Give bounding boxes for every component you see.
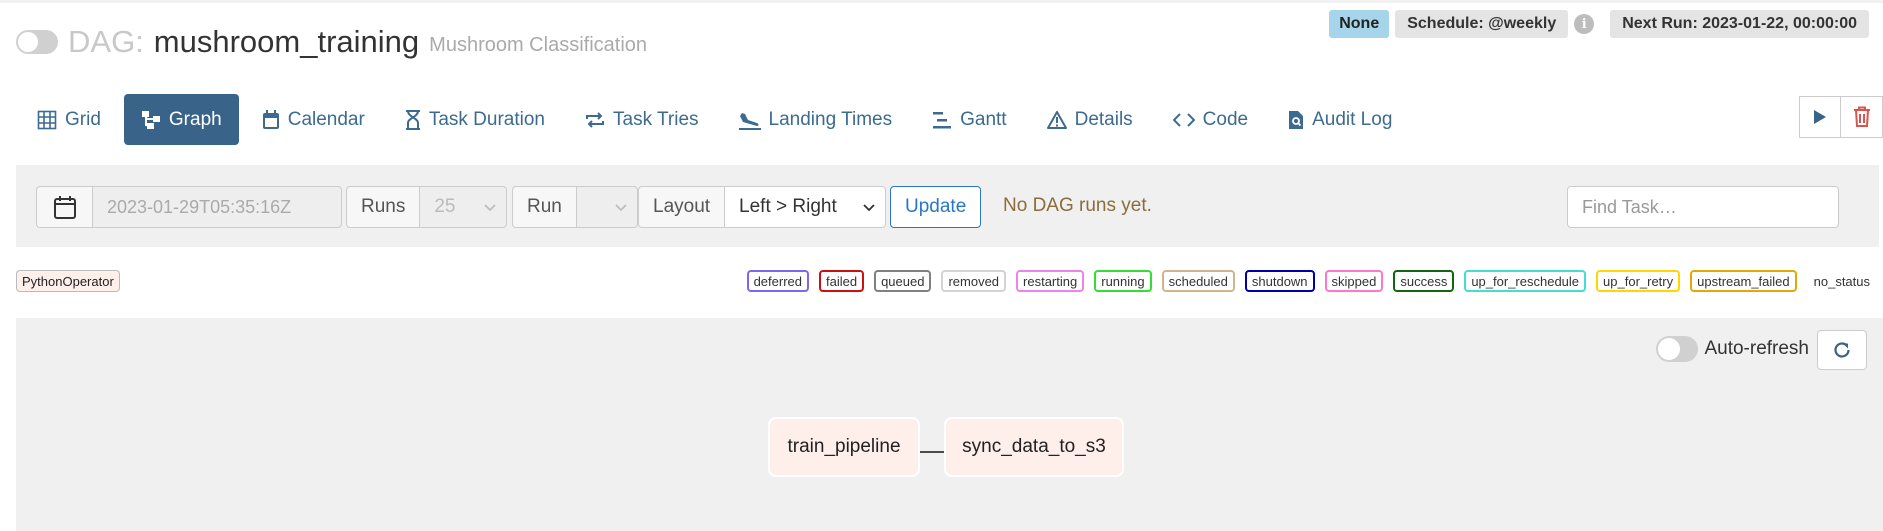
file-search-icon [1289, 110, 1304, 129]
tab-gantt[interactable]: Gantt [915, 94, 1023, 145]
info-icon[interactable]: i [1574, 14, 1595, 34]
schedule-badge: Schedule: @weekly [1395, 10, 1569, 38]
trigger-dag-button[interactable] [1799, 96, 1841, 138]
task-node-sync-data-to-s3[interactable]: sync_data_to_s3 [944, 417, 1124, 477]
runs-select[interactable]: 25 [419, 186, 508, 228]
base-date-input[interactable]: 2023-01-29T05:35:16Z [92, 186, 342, 228]
trash-icon [1853, 106, 1870, 127]
tab-label: Graph [168, 108, 222, 130]
legend-item-scheduled[interactable]: scheduled [1161, 270, 1235, 292]
update-button[interactable]: Update [890, 186, 982, 228]
operator-legend-item: PythonOperator [16, 270, 120, 292]
legend-item-removed[interactable]: removed [941, 270, 1007, 292]
hourglass-icon [405, 109, 420, 130]
task-node-label: train_pipeline [787, 436, 901, 457]
delete-dag-button[interactable] [1841, 96, 1883, 138]
legend-item-up-for-retry[interactable]: up_for_retry [1596, 270, 1681, 292]
tab-details[interactable]: Details [1030, 94, 1150, 145]
code-icon [1172, 112, 1195, 127]
run-label: Run [512, 186, 576, 228]
layout-label: Layout [638, 186, 725, 228]
tab-landing-times[interactable]: Landing Times [722, 94, 910, 145]
tab-graph[interactable]: Graph [123, 94, 239, 145]
legend-item-success[interactable]: success [1393, 270, 1455, 292]
refresh-button[interactable] [1817, 330, 1867, 370]
legend-item-shutdown[interactable]: shutdown [1244, 270, 1315, 292]
layout-select[interactable]: Left > Right [724, 186, 887, 228]
plane-landing-icon [738, 112, 761, 130]
legend-item-deferred[interactable]: deferred [746, 270, 809, 292]
tab-label: Grid [65, 108, 101, 130]
dag-status-badge: None [1329, 10, 1390, 38]
tab-audit-log[interactable]: Audit Log [1271, 94, 1409, 145]
calendar-icon [262, 109, 279, 129]
tab-label: Task Tries [613, 108, 699, 130]
layout-group: Layout Left > Right [638, 186, 887, 228]
tab-label: Landing Times [768, 108, 893, 130]
retry-icon [586, 111, 604, 128]
runs-label: Runs [346, 186, 420, 228]
runs-group: Runs 25 [346, 186, 508, 228]
tab-label: Task Duration [428, 108, 545, 130]
tab-task-duration[interactable]: Task Duration [388, 94, 562, 145]
dag-actions [1799, 96, 1883, 138]
no-runs-message: No DAG runs yet. [1003, 195, 1152, 216]
date-picker-button[interactable] [36, 186, 92, 228]
dag-prefix: DAG: [68, 24, 144, 59]
tab-task-tries[interactable]: Task Tries [568, 94, 716, 145]
dag-header: DAG: mushroom_training Mushroom Classifi… [16, 22, 647, 62]
find-task-input[interactable]: Find Task… [1567, 186, 1839, 228]
top-border [0, 0, 1883, 3]
auto-refresh-label: Auto-refresh [1704, 338, 1809, 359]
chevron-down-icon [863, 204, 875, 212]
task-node-train-pipeline[interactable]: train_pipeline [768, 417, 920, 477]
tab-label: Calendar [287, 108, 365, 130]
gantt-icon [933, 111, 952, 128]
warning-icon [1046, 110, 1067, 129]
legend-item-queued[interactable]: queued [874, 270, 932, 292]
chevron-down-icon [484, 204, 496, 212]
refresh-icon [1834, 342, 1850, 358]
next-run-badge: Next Run: 2023-01-22, 00:00:00 [1610, 10, 1869, 38]
tab-label: Code [1202, 108, 1249, 130]
legend-item-no-status[interactable]: no_status [1806, 270, 1877, 292]
grid-icon [37, 110, 57, 129]
pause-dag-toggle[interactable] [16, 30, 58, 54]
auto-refresh-control: Auto-refresh [1656, 336, 1809, 362]
legend-item-restarting[interactable]: restarting [1016, 270, 1085, 292]
legend-item-failed[interactable]: failed [818, 270, 865, 292]
legend-item-running[interactable]: running [1094, 270, 1152, 292]
dag-id-title: mushroom_training [153, 24, 420, 59]
base-date-group: 2023-01-29T05:35:16Z [36, 186, 342, 228]
chevron-down-icon [615, 204, 627, 212]
legend-item-skipped[interactable]: skipped [1324, 270, 1384, 292]
state-legend: deferred failed queued removed restartin… [737, 270, 1877, 292]
update-group: Update [890, 186, 982, 228]
graph-filter-bar: 2023-01-29T05:35:16Z Runs 25 Run Layout … [16, 165, 1879, 247]
dag-view-tabs: Grid Graph Calendar Task Duration Task T… [20, 94, 1415, 145]
tab-label: Gantt [960, 108, 1007, 130]
legend-item-up-for-reschedule[interactable]: up_for_reschedule [1464, 270, 1587, 292]
tab-grid[interactable]: Grid [20, 94, 118, 145]
graph-icon [141, 110, 160, 129]
run-group: Run [512, 186, 638, 228]
run-select[interactable] [575, 186, 638, 228]
tab-label: Details [1074, 108, 1133, 130]
layout-value: Left > Right [739, 196, 837, 217]
runs-value: 25 [434, 196, 456, 217]
dag-description: Mushroom Classification [429, 33, 648, 56]
dag-meta: None Schedule: @weekly i Next Run: 2023-… [1329, 10, 1869, 38]
play-icon [1814, 110, 1826, 124]
tab-label: Audit Log [1312, 108, 1393, 130]
tab-code[interactable]: Code [1156, 94, 1265, 145]
dag-graph-canvas[interactable]: Auto-refresh train_pipeline sync_data_to… [16, 318, 1883, 531]
tab-calendar[interactable]: Calendar [245, 94, 382, 145]
task-node-label: sync_data_to_s3 [962, 436, 1106, 457]
legend-item-upstream-failed[interactable]: upstream_failed [1690, 270, 1797, 292]
calendar-icon [53, 196, 76, 219]
auto-refresh-toggle[interactable] [1656, 336, 1699, 362]
